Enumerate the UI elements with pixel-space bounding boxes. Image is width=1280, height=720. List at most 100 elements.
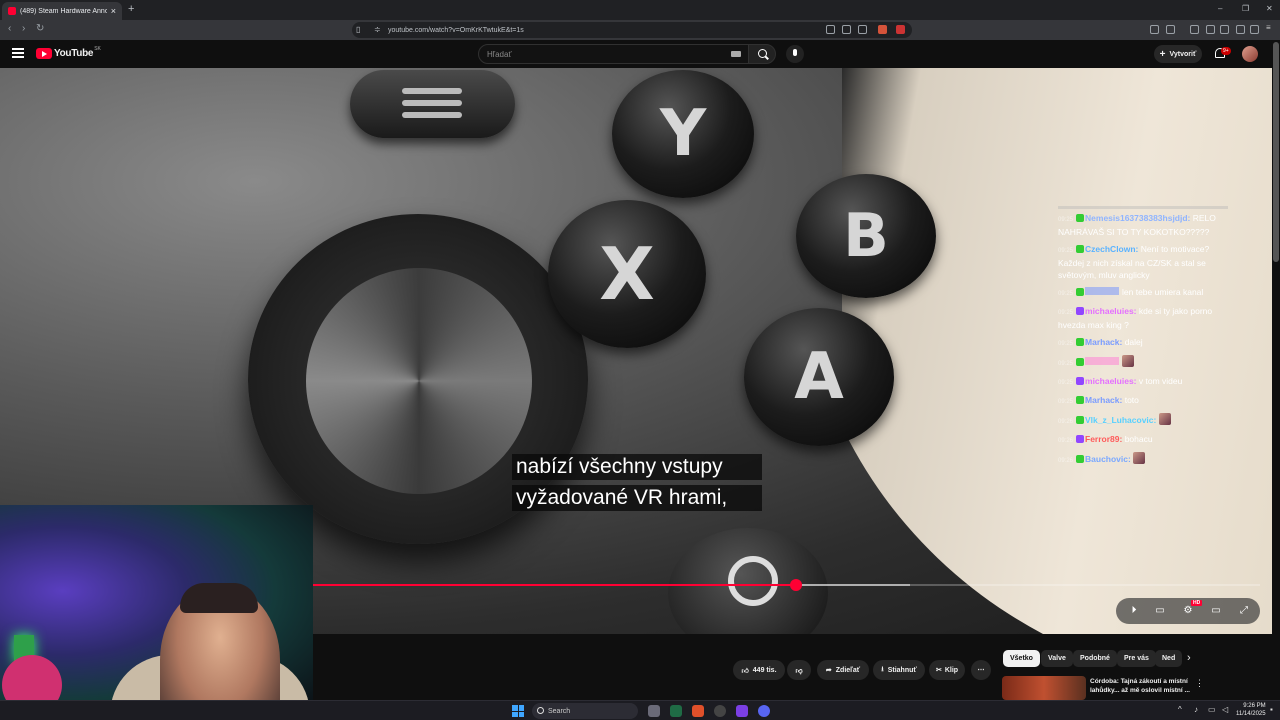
chat-message: 09:25 len tebe umiera kanal <box>1058 286 1234 300</box>
subtitles-icon[interactable]: ▭ <box>1154 605 1166 617</box>
new-tab-button[interactable]: + <box>128 3 134 15</box>
tray-network-icon[interactable]: ▭ <box>1208 705 1216 714</box>
clock-time: 9:26 PM <box>1243 703 1266 709</box>
brave-browser-icon[interactable] <box>692 705 704 717</box>
brave-rewards-icon[interactable] <box>896 25 905 34</box>
chip-valve[interactable]: Valve <box>1041 650 1073 667</box>
dislike-button[interactable]: 👎︎ <box>787 660 811 680</box>
maximize-button[interactable]: ❐ <box>1242 4 1249 13</box>
chip-all[interactable]: Všetko <box>1003 650 1040 667</box>
chat-badge-icon <box>1076 416 1085 424</box>
tray-chevron-icon[interactable]: ^ <box>1178 705 1182 714</box>
download-label: Stiahnuť <box>887 666 917 674</box>
site-info-icon[interactable]: ≑ <box>374 25 381 34</box>
hamburger-menu-icon[interactable] <box>12 48 24 58</box>
search-icon[interactable] <box>748 44 776 64</box>
chat-emote-icon <box>1133 452 1146 464</box>
share-icon[interactable] <box>858 25 867 34</box>
clip-button[interactable]: ✂ Klip <box>929 660 965 680</box>
plus-icon: + <box>1159 48 1166 60</box>
bookmark-icon[interactable]: ▯ <box>356 25 360 34</box>
translate-icon[interactable] <box>842 25 851 34</box>
share-button[interactable]: ➦ Zdieľať <box>817 660 869 680</box>
chat-message: 09:25 <box>1058 355 1234 370</box>
tab-close-button[interactable]: × <box>111 6 116 16</box>
file-explorer-icon[interactable] <box>648 705 660 717</box>
terminal-icon[interactable] <box>670 705 682 717</box>
tray-volume-icon[interactable]: ◁ <box>1222 705 1228 714</box>
chip-similar[interactable]: Podobné <box>1073 650 1117 667</box>
extension-icon[interactable] <box>1150 25 1159 34</box>
search-input[interactable]: Hľadať <box>478 44 750 64</box>
chat-badge-icon <box>1076 307 1085 315</box>
chip-for-you[interactable]: Pre vás <box>1117 650 1156 667</box>
back-icon[interactable]: ‹ <box>8 23 11 34</box>
chat-username[interactable] <box>1085 357 1120 365</box>
chat-badge-icon <box>1076 338 1085 346</box>
chip-new[interactable]: Ned <box>1155 650 1183 667</box>
close-window-button[interactable]: ✕ <box>1266 4 1273 13</box>
chips-next-icon[interactable]: › <box>1187 652 1191 664</box>
chat-username[interactable]: Vlk_z_Luhacovic: <box>1085 415 1159 425</box>
page-scrollbar[interactable] <box>1273 42 1279 262</box>
recommendation-thumbnail[interactable] <box>1002 676 1086 700</box>
chat-username[interactable]: Nemesis163738383hsjdjd: <box>1085 213 1193 223</box>
chat-username[interactable]: michaeluies: <box>1085 376 1139 386</box>
browser-menu-icon[interactable]: ≡ <box>1266 23 1275 32</box>
chat-username[interactable]: michaeluies: <box>1085 306 1139 316</box>
vpn-icon[interactable] <box>1250 25 1259 34</box>
chat-username[interactable]: Bauchovic: <box>1085 454 1133 464</box>
download-button[interactable]: ⭳ Stiahnuť <box>873 660 925 680</box>
twitch-icon[interactable] <box>736 705 748 717</box>
more-actions-button[interactable]: ⋯ <box>971 660 991 680</box>
discord-icon[interactable] <box>758 705 770 717</box>
tabs-icon[interactable] <box>1220 25 1229 34</box>
taskbar-clock[interactable]: 9:26 PM 11/14/2025 <box>1236 702 1266 718</box>
obs-icon[interactable] <box>714 705 726 717</box>
progress-scrubber[interactable] <box>789 579 802 591</box>
chat-text: len tebe umiera kanal <box>1122 287 1204 297</box>
chat-divider <box>1058 206 1228 209</box>
browser-tab[interactable]: (489) Steam Hardware Announce × <box>2 2 122 20</box>
music-icon[interactable] <box>1190 25 1199 34</box>
account-avatar[interactable] <box>1242 46 1258 62</box>
chat-username[interactable]: Marhack: <box>1085 337 1125 347</box>
recommendation-menu-icon[interactable]: ⋮ <box>1195 678 1204 689</box>
chat-username[interactable]: Marhack: <box>1085 395 1125 405</box>
chat-badge-icon <box>1076 358 1085 366</box>
create-button[interactable]: + Vytvoriť <box>1154 45 1202 63</box>
controller-y-button: Y <box>612 70 754 198</box>
settings-gear-icon[interactable]: ⚙ <box>1182 605 1194 617</box>
wallet-icon[interactable] <box>1166 25 1175 34</box>
cast-icon[interactable] <box>826 25 835 34</box>
minimize-button[interactable]: – <box>1218 4 1222 13</box>
tray-mic-icon[interactable]: ♪ <box>1194 705 1198 714</box>
autoplay-toggle-icon[interactable]: ⏵ <box>1128 605 1140 617</box>
chat-username[interactable] <box>1085 287 1120 295</box>
chat-timestamp: 09:25 <box>1058 361 1074 367</box>
brave-shield-icon[interactable] <box>878 25 887 34</box>
chat-username[interactable]: Ferror89: <box>1085 434 1125 444</box>
reload-icon[interactable]: ↻ <box>36 23 44 34</box>
browser-toolbar: ‹ › ↻ ▯ ≑ youtube.com/watch?v=OmKrKTwtuk… <box>0 20 1280 40</box>
youtube-logo[interactable]: YouTube SK <box>36 46 101 59</box>
chat-timestamp: 09:25 <box>1058 248 1074 254</box>
like-button[interactable]: 👍︎ 449 tis. <box>733 660 785 680</box>
chat-username[interactable]: CzechClown: <box>1085 244 1141 254</box>
sidebar-icon[interactable] <box>1206 25 1215 34</box>
download-icon[interactable] <box>1236 25 1245 34</box>
microphone-icon[interactable] <box>786 45 804 63</box>
windows-start-icon[interactable] <box>512 705 524 717</box>
forward-icon[interactable]: › <box>22 23 25 34</box>
youtube-header: YouTube SK Hľadať + Vytvoriť <box>0 40 1280 68</box>
taskbar-search[interactable]: Search <box>532 703 638 719</box>
recommendation-title[interactable]: Córdoba: Tajná zákoutí a místní lahůdky.… <box>1090 677 1200 695</box>
notification-center-icon[interactable]: ▪ <box>1270 705 1273 714</box>
progress-bar[interactable] <box>313 579 1260 591</box>
keyboard-icon[interactable] <box>731 51 741 57</box>
download-arrow-icon: ⭳ <box>881 665 884 673</box>
fullscreen-icon[interactable]: ⤢ <box>1238 605 1250 617</box>
subtitle-line: nabízí všechny vstupy <box>512 454 762 480</box>
theater-mode-icon[interactable]: ▭ <box>1210 605 1222 617</box>
chat-badge-icon <box>1076 377 1085 385</box>
